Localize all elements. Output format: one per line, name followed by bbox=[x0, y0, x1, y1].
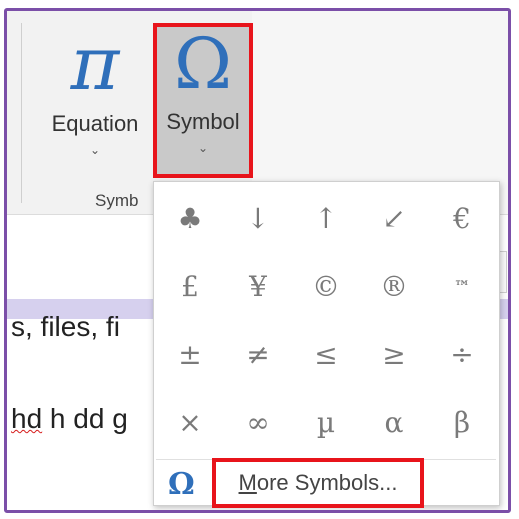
symbol-cell[interactable]: ≠ bbox=[224, 320, 292, 388]
chevron-down-icon: ⌄ bbox=[197, 141, 209, 155]
symbol-gallery-dropdown: ♣ ↓ ↑ ↙ € £ ¥ © ® ™ ± ≠ ≤ ≥ ÷ × ∞ µ α β Ω More Symbols... bbox=[153, 181, 500, 508]
document-text-line[interactable]: s, files, fi bbox=[11, 311, 120, 343]
symbol-cell[interactable]: © bbox=[292, 252, 360, 320]
symbol-cell[interactable]: ↓ bbox=[224, 184, 292, 252]
document-text-line[interactable]: hd h dd g bbox=[11, 403, 128, 435]
symbol-cell[interactable]: ≥ bbox=[360, 320, 428, 388]
document-text: h dd g bbox=[42, 403, 128, 434]
omega-icon: Ω bbox=[173, 23, 233, 105]
symbol-cell[interactable]: £ bbox=[156, 252, 224, 320]
symbol-cell[interactable]: ↙ bbox=[360, 184, 428, 252]
window-frame: π Equation ⌄ Ω Symbol ⌄ Symb s, files, f… bbox=[4, 8, 511, 513]
symbol-button[interactable]: Ω Symbol ⌄ bbox=[153, 23, 253, 178]
symbol-cell[interactable]: β bbox=[428, 388, 496, 456]
chevron-down-icon: ⌄ bbox=[89, 143, 101, 157]
symbol-cell[interactable]: ® bbox=[360, 252, 428, 320]
group-label-symbols: Symb bbox=[95, 191, 139, 210]
omega-icon: Ω bbox=[168, 467, 195, 502]
symbol-cell[interactable]: € bbox=[428, 184, 496, 252]
symbol-cell[interactable]: ™ bbox=[428, 252, 496, 320]
symbol-cell[interactable]: × bbox=[156, 388, 224, 456]
pi-icon: π bbox=[70, 21, 120, 107]
symbol-cell[interactable]: α bbox=[360, 388, 428, 456]
symbol-cell[interactable]: ¥ bbox=[224, 252, 292, 320]
symbol-grid: ♣ ↓ ↑ ↙ € £ ¥ © ® ™ ± ≠ ≤ ≥ ÷ × ∞ µ α β bbox=[156, 184, 496, 456]
symbol-cell[interactable]: ∞ bbox=[224, 388, 292, 456]
more-symbols-button[interactable]: More Symbols... bbox=[212, 458, 424, 508]
symbol-cell[interactable]: ♣ bbox=[156, 184, 224, 252]
equation-label: Equation bbox=[51, 111, 139, 136]
symbol-cell[interactable]: ± bbox=[156, 320, 224, 388]
misspelled-word[interactable]: hd bbox=[11, 403, 42, 434]
symbol-cell[interactable]: ↑ bbox=[292, 184, 360, 252]
symbol-label: Symbol bbox=[166, 109, 240, 134]
symbol-cell[interactable]: ≤ bbox=[292, 320, 360, 388]
more-symbols-accesskey: M bbox=[238, 470, 257, 495]
equation-button[interactable]: π Equation ⌄ bbox=[39, 23, 151, 178]
more-symbols-label: ore Symbols... bbox=[256, 470, 398, 495]
symbol-cell[interactable]: µ bbox=[292, 388, 360, 456]
symbol-cell[interactable]: ÷ bbox=[428, 320, 496, 388]
ribbon-separator bbox=[21, 23, 22, 203]
